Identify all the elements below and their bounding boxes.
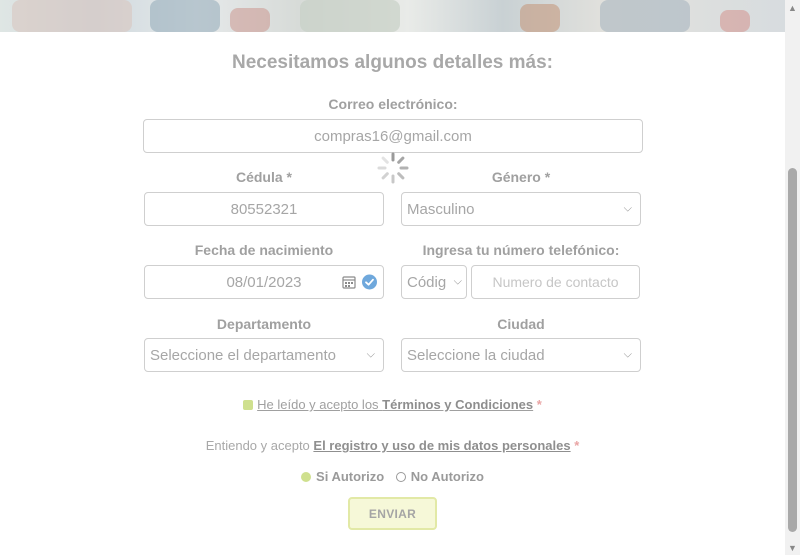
scroll-down-icon[interactable]: ▼ — [785, 540, 800, 555]
email-field[interactable]: compras16@gmail.com — [143, 119, 643, 153]
terms-prefix: He leído y acepto los — [257, 397, 379, 412]
consent-required-star: * — [574, 438, 580, 453]
consent-prefix: Entiendo y acepto — [205, 438, 310, 453]
chevron-down-icon: ⌵ — [366, 348, 375, 361]
radio-si-label: Si Autorizo — [316, 469, 385, 484]
details-form: Necesitamos algunos detalles más: Correo… — [0, 32, 785, 555]
phone-code-value: Códig — [407, 273, 447, 291]
ciudad-label: Ciudad — [497, 316, 545, 332]
departamento-select[interactable]: Seleccione el departamento ⌵ — [144, 338, 384, 372]
ciudad-select[interactable]: Seleccione la ciudad ⌵ — [401, 338, 641, 372]
genero-select[interactable]: Masculino ⌵ — [401, 192, 641, 226]
email-value: compras16@gmail.com — [314, 127, 472, 145]
chevron-down-icon: ⌵ — [623, 348, 632, 361]
fecha-label: Fecha de nacimiento — [194, 242, 334, 258]
birthdate-value: 08/01/2023 — [226, 273, 302, 291]
consent-link[interactable]: El registro y uso de mis datos personale… — [313, 438, 570, 453]
page-scrollbar[interactable]: ▲ ▼ — [785, 0, 800, 555]
terms-checkbox[interactable] — [243, 399, 254, 410]
cedula-field[interactable]: 80552321 — [144, 192, 384, 226]
departamento-value: Seleccione el departamento — [150, 346, 336, 364]
chevron-down-icon: ⌵ — [623, 202, 632, 215]
radio-unselected-icon — [395, 471, 406, 482]
form-heading: Necesitamos algunos detalles más: — [231, 52, 553, 73]
radio-no-autorizo[interactable]: No Autorizo — [395, 469, 484, 484]
check-circle-icon — [362, 274, 377, 290]
terms-link[interactable]: He leído y acepto los Términos y Condici… — [257, 397, 533, 412]
ciudad-value: Seleccione la ciudad — [407, 346, 545, 364]
submit-button[interactable]: ENVIAR — [348, 497, 437, 530]
terms-row: He leído y acepto los Términos y Condici… — [0, 397, 785, 412]
terms-required-star: * — [536, 397, 542, 412]
departamento-label: Departamento — [216, 316, 312, 332]
birthdate-field[interactable]: 08/01/2023 — [144, 265, 384, 299]
email-label: Correo electrónico: — [328, 96, 458, 112]
radio-no-label: No Autorizo — [410, 469, 484, 484]
scroll-up-icon[interactable]: ▲ — [785, 0, 800, 15]
consent-row: Entiendo y acepto El registro y uso de m… — [0, 438, 785, 453]
scrollbar-thumb[interactable] — [788, 168, 797, 532]
cedula-label: Cédula * — [235, 169, 292, 185]
calendar-icon[interactable] — [342, 275, 356, 289]
phone-number-input[interactable]: Numero de contacto — [471, 265, 640, 299]
genero-label: Género * — [491, 169, 551, 185]
hero-banner-image — [0, 0, 785, 32]
genero-value: Masculino — [407, 200, 475, 218]
telefono-label: Ingresa tu número telefónico: — [422, 242, 620, 258]
radio-si-autorizo[interactable]: Si Autorizo — [301, 469, 384, 484]
terms-link-strong: Términos y Condiciones — [382, 397, 534, 412]
cedula-value: 80552321 — [230, 200, 298, 218]
phone-code-select[interactable]: Códig ⌵ — [401, 265, 467, 299]
authorization-radio-group: Si Autorizo No Autorizo — [0, 469, 785, 485]
chevron-down-icon: ⌵ — [453, 275, 462, 288]
radio-selected-icon — [301, 471, 312, 482]
phone-number-placeholder: Numero de contacto — [492, 274, 619, 290]
